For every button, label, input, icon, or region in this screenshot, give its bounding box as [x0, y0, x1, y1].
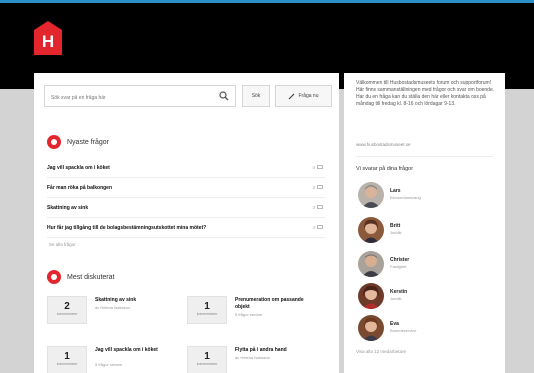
- question-link[interactable]: Får man röka på balkongen: [47, 185, 112, 191]
- avatar: [358, 217, 384, 243]
- expert-name: Kerstin: [390, 289, 408, 295]
- avatar: [358, 251, 384, 277]
- comment-count: 3: [312, 185, 323, 190]
- avatar: [358, 315, 384, 341]
- search-row: Sök Fråga nu: [44, 85, 332, 108]
- svg-text:H: H: [42, 32, 54, 51]
- divider: [356, 156, 493, 157]
- comment-count: 3: [312, 205, 323, 210]
- most-discussed-heading: Mest diskuterat: [47, 270, 114, 284]
- expert-name: Lars: [390, 188, 401, 194]
- comment-count-box: 1 kommentarer: [47, 346, 87, 373]
- main-content: Sök Fråga nu Nyaste frågor Jag vill spac…: [34, 73, 339, 373]
- expert-role: Juridik: [390, 296, 402, 301]
- expert-name: Britt: [390, 223, 401, 229]
- card-title[interactable]: Prenumeration om passande objekt: [235, 297, 319, 310]
- all-questions-link[interactable]: Se alla frågor: [49, 242, 76, 247]
- search-input[interactable]: [45, 88, 215, 108]
- comment-count: 4: [312, 225, 323, 230]
- discussed-card[interactable]: 1 kommentarer Jag vill spackla om i köke…: [47, 346, 182, 373]
- card-title[interactable]: Jag vill spackla om i köket: [95, 347, 179, 354]
- list-item[interactable]: Får man röka på balkongen 3: [47, 178, 325, 198]
- question-link[interactable]: Jag vill spackla om i köket: [47, 165, 110, 171]
- expert-role: Ekonomiansvarig: [390, 195, 421, 200]
- comment-icon: [317, 225, 323, 229]
- list-item[interactable]: Skattning av sink 3: [47, 198, 325, 218]
- card-subtitle: av Helena Isaksson: [235, 355, 270, 360]
- avatar: [358, 182, 384, 208]
- expert-role: Boendeservice: [390, 328, 417, 333]
- card-subtitle: 5 frågor senare: [95, 362, 123, 367]
- card-subtitle: 5 frågor senare: [235, 312, 263, 317]
- discussed-card[interactable]: 1 kommentarer Prenumeration om passande …: [187, 296, 322, 328]
- expert-name: Christer: [390, 257, 410, 263]
- new-questions-heading: Nyaste frågor: [47, 135, 109, 149]
- discussed-card[interactable]: 1 kommentarer Flytta på i andra hand av …: [187, 346, 322, 373]
- sidebar-intro: Välkommen till Husbostadsmuseets forum o…: [356, 80, 495, 107]
- search-button[interactable]: Sök: [242, 85, 270, 107]
- expert-role: Fastighet: [390, 264, 407, 269]
- comment-icon: [317, 205, 323, 209]
- all-experts-link[interactable]: Visa alla 12 medarbetare: [356, 349, 406, 354]
- expert-item[interactable]: Britt Juridik: [358, 217, 498, 247]
- comment-count-box: 2 kommentarer: [47, 296, 87, 324]
- expert-item[interactable]: Lars Ekonomiansvarig: [358, 182, 498, 212]
- comment-icon: [317, 165, 323, 169]
- section-title: Nyaste frågor: [67, 138, 110, 146]
- sidebar-link[interactable]: www.husbostadsmuseet.se: [356, 142, 411, 147]
- pencil-icon: [289, 93, 295, 99]
- expert-item[interactable]: Eva Boendeservice: [358, 315, 498, 345]
- card-title[interactable]: Skattning av sink: [95, 297, 179, 304]
- search-box: [44, 85, 236, 108]
- expert-name: Eva: [390, 321, 399, 327]
- logo[interactable]: H: [34, 21, 62, 55]
- house-logo-icon: H: [34, 21, 62, 55]
- list-item[interactable]: Hur får jag tillgång till de bolagsbestä…: [47, 218, 325, 238]
- section-title: Mest diskuterat: [67, 273, 115, 281]
- discussed-card[interactable]: 2 kommentarer Skattning av sink av Helen…: [47, 296, 182, 328]
- card-subtitle: av Helena Isaksson: [95, 305, 130, 310]
- ask-question-label: Fråga nu: [298, 93, 319, 99]
- new-questions-list: Jag vill spackla om i köket 4 Får man rö…: [47, 158, 325, 238]
- expert-item[interactable]: Kerstin Juridik: [358, 283, 498, 313]
- expert-item[interactable]: Christer Fastighet: [358, 251, 498, 281]
- experts-heading: Vi svarar på dina frågor: [356, 166, 414, 172]
- question-bubble-icon: [47, 135, 61, 149]
- comment-count-box: 1 kommentarer: [187, 296, 227, 324]
- comment-count-box: 1 kommentarer: [187, 346, 227, 373]
- question-link[interactable]: Skattning av sink: [47, 205, 88, 211]
- comment-icon: [317, 185, 323, 189]
- expert-role: Juridik: [390, 230, 402, 235]
- question-link[interactable]: Hur får jag tillgång till de bolagsbestä…: [47, 225, 206, 231]
- avatar: [358, 283, 384, 309]
- list-item[interactable]: Jag vill spackla om i köket 4: [47, 158, 325, 178]
- comment-count: 4: [312, 165, 323, 170]
- search-icon[interactable]: [219, 91, 229, 101]
- ask-question-button[interactable]: Fråga nu: [275, 85, 332, 107]
- sidebar: Välkommen till Husbostadsmuseets forum o…: [344, 73, 505, 373]
- discussion-icon: [47, 270, 61, 284]
- card-title[interactable]: Flytta på i andra hand: [235, 347, 319, 354]
